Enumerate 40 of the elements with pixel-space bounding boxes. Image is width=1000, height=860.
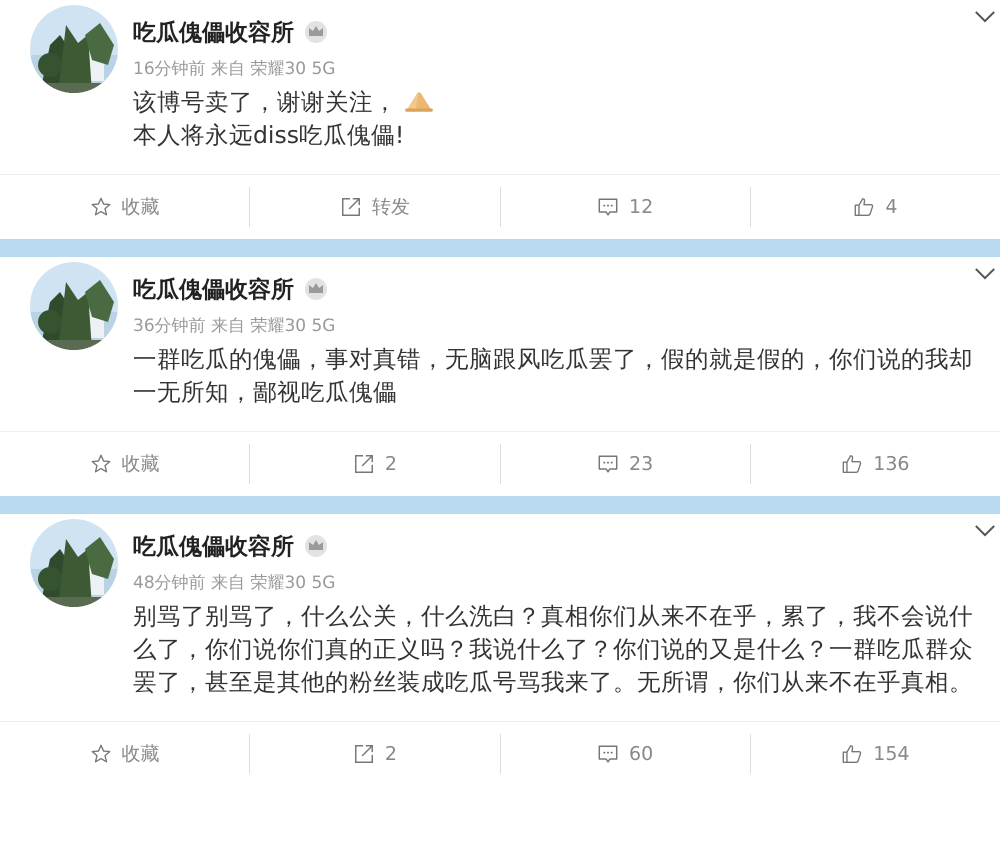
thumbs-up-icon <box>841 453 864 475</box>
post-text: 一群吃瓜的傀儡，事对真错，无脑跟风吃瓜罢了，假的就是假的，你们说的我却一无所知，鄙视吃瓜傀儡 <box>133 345 973 406</box>
thumbs-up-icon <box>841 743 864 765</box>
post-text: 别骂了别骂了，什么公关，什么洗白？真相你们从来不在乎，累了，我不会说什么了，你们说你们真的正义吗？我说什么了？你们说的又是什么？一群吃瓜群众罢了，甚至是其他的粉丝装成吃瓜号骂我来了。无所谓，你们从来不在乎真相。 <box>133 602 973 696</box>
chevron-down-icon[interactable] <box>974 10 996 23</box>
user-name[interactable]: 吃瓜傀儡收容所 <box>133 16 294 48</box>
comment-icon <box>597 196 620 218</box>
user-name[interactable]: 吃瓜傀儡收容所 <box>133 274 294 304</box>
post-text: 该博号卖了，谢谢关注， <box>133 88 397 116</box>
share-icon <box>352 453 375 475</box>
comment-icon <box>597 743 620 765</box>
share-icon <box>340 196 362 218</box>
comment-button[interactable]: 23 <box>500 444 751 484</box>
star-icon <box>90 743 112 765</box>
chevron-down-icon[interactable] <box>974 267 996 280</box>
repost-button[interactable]: 2 <box>250 444 500 484</box>
post-meta: 48分钟前 来自 荣耀30 5G <box>133 572 336 595</box>
chevron-down-icon[interactable] <box>974 524 996 537</box>
post-meta: 16分钟前 来自 荣耀30 5G <box>133 58 336 81</box>
comment-icon <box>597 453 620 475</box>
crown-icon <box>304 277 328 301</box>
like-button[interactable]: 154 <box>750 734 1000 774</box>
star-icon <box>90 196 112 218</box>
post-text: 本人将永远diss吃瓜傀儡! <box>133 121 404 149</box>
comment-button[interactable]: 60 <box>500 734 751 774</box>
favorite-button[interactable]: 收藏 <box>0 444 250 484</box>
favorite-button[interactable]: 收藏 <box>0 187 250 227</box>
crown-icon <box>304 20 328 44</box>
favorite-button[interactable]: 收藏 <box>0 734 250 774</box>
star-icon <box>90 453 112 475</box>
repost-button[interactable]: 2 <box>250 734 500 774</box>
user-name[interactable]: 吃瓜傀儡收容所 <box>133 530 294 562</box>
crown-icon <box>304 534 328 558</box>
repost-button[interactable]: 转发 <box>250 187 500 227</box>
like-button[interactable]: 4 <box>750 187 1000 227</box>
share-icon <box>352 743 375 765</box>
thumbs-up-icon <box>853 196 876 218</box>
post-meta: 36分钟前 来自 荣耀30 5G <box>133 315 336 338</box>
like-button[interactable]: 136 <box>750 444 1000 484</box>
comment-button[interactable]: 12 <box>500 187 751 227</box>
